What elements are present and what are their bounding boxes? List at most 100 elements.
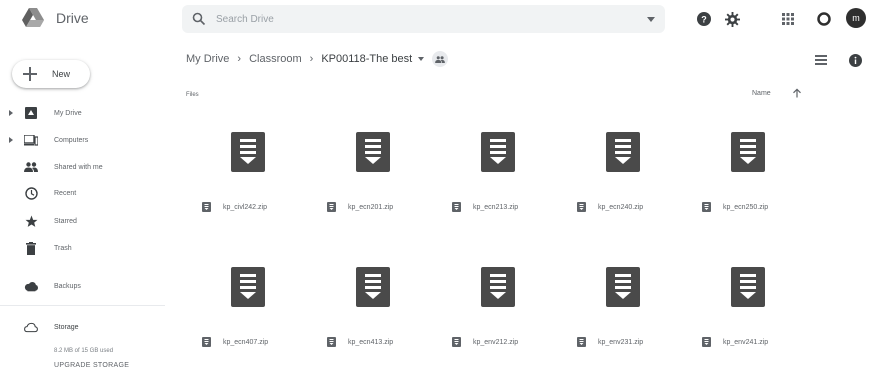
zip-file-icon [327,337,336,347]
sidebar-item-starred[interactable]: Starred [0,211,165,231]
breadcrumb-item-current[interactable]: KP00118-The best [321,53,412,65]
zip-file-icon [702,202,711,212]
sidebar-item-label: Trash [54,244,72,252]
folder-menu-caret-icon[interactable] [418,57,425,61]
file-name-row[interactable]: kp_ecn240.zip [565,200,680,214]
file-thumbnail[interactable] [315,255,430,319]
sidebar-item-backups[interactable]: Backups [0,276,165,296]
top-bar: Drive Search Drive ? m [0,0,870,40]
zip-file-icon [577,202,586,212]
zip-file-icon [327,202,336,212]
file-tile[interactable]: kp_ecn201.zip [315,120,430,216]
file-tile[interactable]: kp_env231.zip [565,255,680,351]
zip-file-icon [202,202,211,212]
zip-archive-icon [730,132,765,172]
file-tile[interactable]: kp_env212.zip [440,255,555,351]
file-name-row[interactable]: kp_ecn413.zip [315,335,430,349]
shared-folder-people-icon[interactable] [432,51,449,67]
file-thumbnail[interactable] [565,255,680,319]
sidebar-item-my-drive[interactable]: My Drive [0,103,165,123]
account-ring-icon[interactable] [816,11,832,27]
zip-archive-icon [230,267,265,307]
settings-gear-icon[interactable] [724,11,740,27]
file-tile[interactable]: kp_civl242.zip [190,120,305,216]
sidebar-item-label: Backups [54,282,81,290]
search-options-icon[interactable] [647,15,655,23]
file-thumbnail[interactable] [190,255,305,319]
sidebar-item-trash[interactable]: Trash [0,238,165,258]
cloud-icon [24,279,38,293]
file-name: kp_env241.zip [723,338,769,346]
star-icon [24,214,38,228]
search-icon[interactable] [192,12,206,26]
sidebar-item-storage[interactable]: Storage [0,317,165,337]
upgrade-storage-link[interactable]: UPGRADE STORAGE [54,362,129,369]
sidebar-item-label: Recent [54,189,77,197]
sidebar-item-shared-with-me[interactable]: Shared with me [0,157,165,177]
file-name-row[interactable]: kp_env212.zip [440,335,555,349]
new-button[interactable]: New [12,60,90,88]
svg-text:?: ? [701,15,707,25]
breadcrumb-item-classroom[interactable]: Classroom [249,53,302,65]
files-section-label: Files [186,92,199,98]
avatar[interactable]: m [846,8,866,28]
search-bar[interactable]: Search Drive [182,5,665,33]
file-tile[interactable]: kp_ecn240.zip [565,120,680,216]
file-thumbnail[interactable] [315,120,430,184]
file-thumbnail[interactable] [690,255,805,319]
file-name: kp_ecn240.zip [598,203,644,211]
expand-caret-icon[interactable] [9,137,13,143]
chevron-right-icon: › [237,53,242,65]
file-name: kp_ecn413.zip [348,338,394,346]
drive-logo[interactable]: Drive [22,8,89,28]
file-name-row[interactable]: kp_ecn250.zip [690,200,805,214]
file-name-row[interactable]: kp_env241.zip [690,335,805,349]
file-name-row[interactable]: kp_env231.zip [565,335,680,349]
sort-by-name-button[interactable]: Name [752,90,771,97]
file-name: kp_env231.zip [598,338,644,346]
info-icon[interactable] [848,53,862,67]
sidebar-divider [0,305,165,306]
drive-logo-icon [22,8,44,27]
file-tile[interactable]: kp_ecn213.zip [440,120,555,216]
file-thumbnail[interactable] [440,255,555,319]
plus-icon [22,66,38,82]
sidebar-item-computers[interactable]: Computers [0,130,165,150]
zip-archive-icon [605,267,640,307]
file-thumbnail[interactable] [190,120,305,184]
zip-archive-icon [480,132,515,172]
file-name-row[interactable]: kp_ecn201.zip [315,200,430,214]
trash-icon [24,241,38,255]
file-name-row[interactable]: kp_ecn407.zip [190,335,305,349]
file-tile[interactable]: kp_ecn407.zip [190,255,305,351]
zip-file-icon [202,337,211,347]
computers-icon [24,133,38,147]
list-view-icon[interactable] [814,53,828,67]
file-name-row[interactable]: kp_ecn213.zip [440,200,555,214]
breadcrumb-item-my-drive[interactable]: My Drive [186,53,229,65]
help-icon[interactable]: ? [696,11,712,27]
sidebar-item-label: Shared with me [54,163,103,171]
sidebar-item-label: Computers [54,136,89,144]
file-name-row[interactable]: kp_civl242.zip [190,200,305,214]
file-tile[interactable]: kp_ecn413.zip [315,255,430,351]
file-tile[interactable]: kp_env241.zip [690,255,805,351]
file-name: kp_env212.zip [473,338,519,346]
file-thumbnail[interactable] [690,120,805,184]
sort-arrow-up-icon[interactable] [792,88,802,98]
zip-archive-icon [355,132,390,172]
cloud-outline-icon [24,320,38,334]
expand-caret-icon[interactable] [9,110,13,116]
storage-usage-text: 8.2 MB of 15 GB used [54,348,114,354]
file-name: kp_ecn407.zip [223,338,269,346]
search-input[interactable]: Search Drive [216,14,274,25]
file-thumbnail[interactable] [440,120,555,184]
file-name: kp_ecn250.zip [723,203,769,211]
file-tile[interactable]: kp_ecn250.zip [690,120,805,216]
file-name: kp_ecn201.zip [348,203,394,211]
sidebar-item-recent[interactable]: Recent [0,183,165,203]
apps-grid-icon[interactable] [780,11,796,27]
file-thumbnail[interactable] [565,120,680,184]
sidebar-item-label: My Drive [54,109,82,117]
sidebar-item-label: Starred [54,217,77,225]
